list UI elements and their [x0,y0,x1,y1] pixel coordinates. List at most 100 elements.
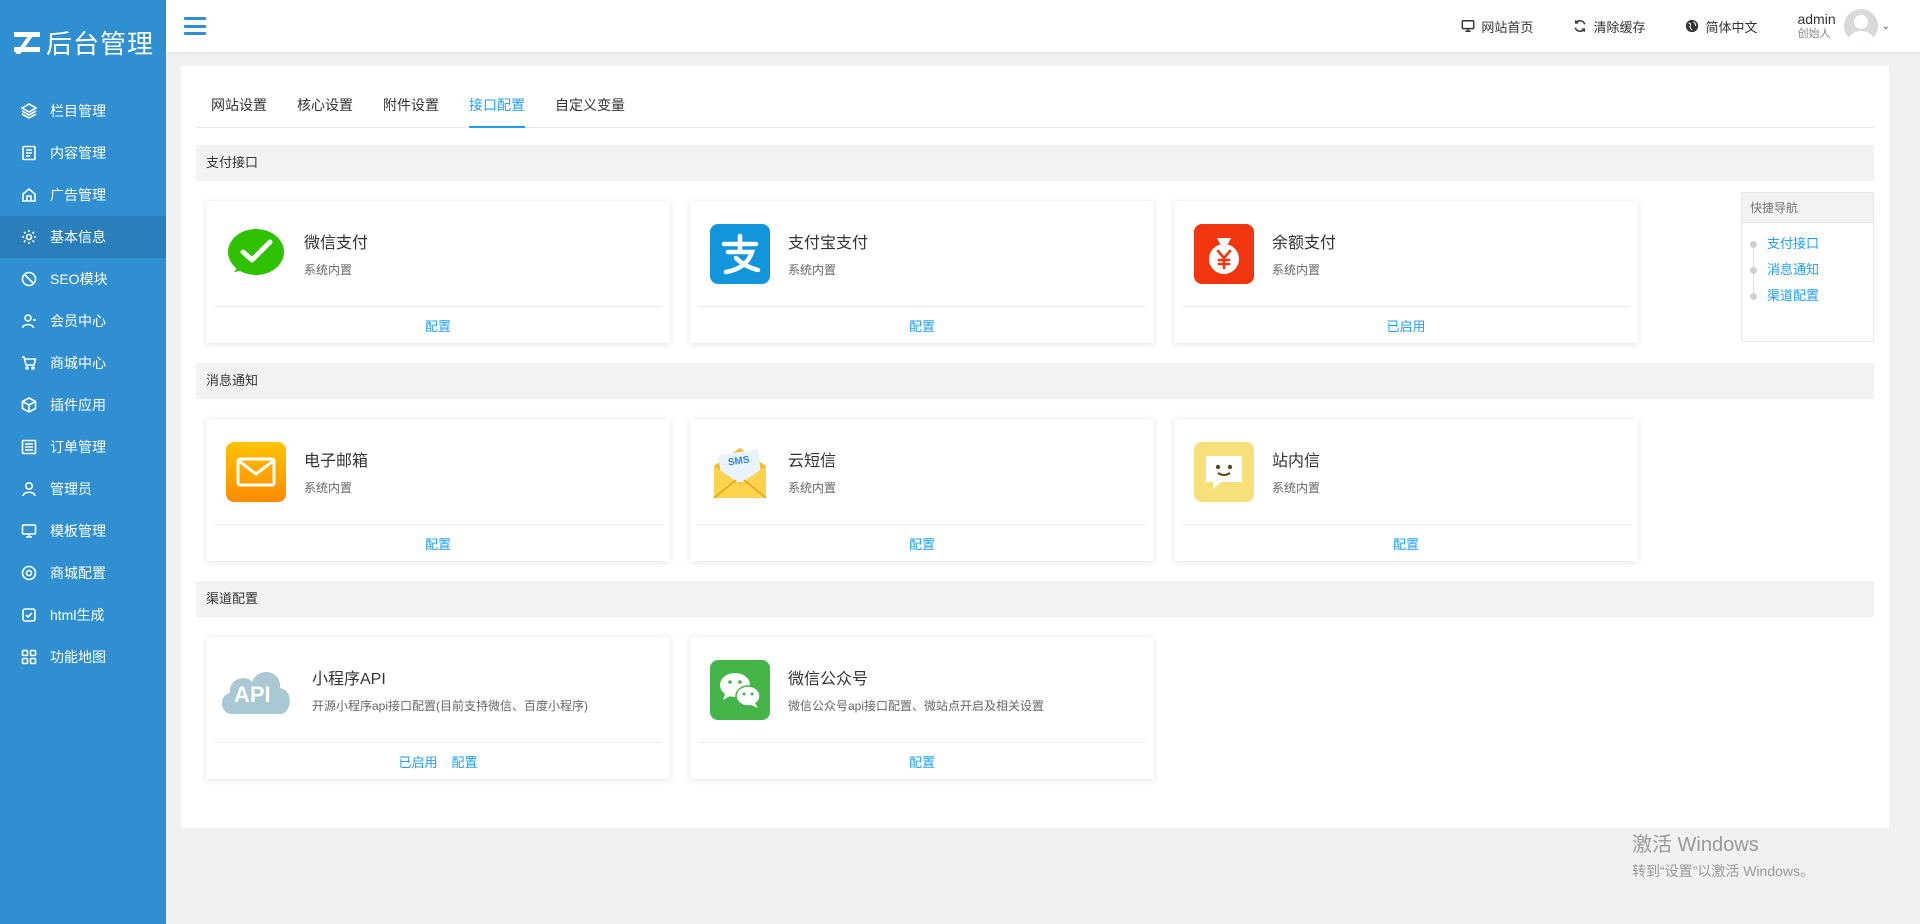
sidebar-item-mall[interactable]: 商城中心 [0,342,166,384]
check-square-icon [20,606,38,624]
sidebar-item-orders[interactable]: 订单管理 [0,426,166,468]
wechat-icon [710,659,770,720]
quick-nav-item-notify[interactable]: 消息通知 [1750,257,1873,283]
card-alipay: 支付宝支付 系统内置 配置 [690,201,1154,343]
language-label: 简体中文 [1705,19,1758,35]
alipay-icon [710,223,770,284]
monitor-icon [1462,20,1475,32]
tab-custom-variables[interactable]: 自定义变量 [555,95,625,127]
sidebar-item-member[interactable]: 会员中心 [0,300,166,342]
sidebar-item-label: 订单管理 [50,439,106,455]
menu-toggle-icon[interactable] [184,17,206,35]
sidebar-item-content[interactable]: 内容管理 [0,132,166,174]
language-link[interactable]: 简体中文 [1685,17,1757,36]
config-link[interactable]: 配置 [425,534,451,553]
quick-nav-item-pay[interactable]: 支付接口 [1750,231,1873,257]
sidebar-item-sitemap[interactable]: 功能地图 [0,636,166,678]
clear-cache-label: 清除缓存 [1593,19,1646,35]
sidebar-item-label: html生成 [50,607,105,623]
sidebar-item-ads[interactable]: 广告管理 [0,174,166,216]
dot-icon [1750,292,1757,300]
card-body: 支付宝支付 系统内置 [698,201,1146,307]
card-footer: 配置 [690,743,1154,779]
card-inbox: 站内信 系统内置 配置 [1174,419,1638,561]
settings-tabs: 网站设置 核心设置 附件设置 接口配置 自定义变量 [196,66,1874,128]
card-desc: 系统内置 [1272,263,1321,277]
card-footer: 已启用 [1174,307,1638,343]
card-desc: 系统内置 [304,263,353,277]
main-panel: 网站设置 核心设置 附件设置 接口配置 自定义变量 支付接口 微信支付 系统内置… [181,66,1889,828]
sms-icon: SMS [710,442,770,502]
sidebar-item-label: 会员中心 [50,313,106,329]
quick-nav: 快捷导航 支付接口 消息通知 渠道配置 [1741,192,1874,342]
card-body: SMS 云短信 系统内置 [698,419,1146,525]
sidebar-item-mall-config[interactable]: 商城配置 [0,552,166,594]
cube-icon [20,396,38,414]
sidebar-item-label: 商城中心 [50,355,106,371]
card-desc: 系统内置 [304,481,353,495]
sidebar-item-plugins[interactable]: 插件应用 [0,384,166,426]
sidebar-item-html[interactable]: html生成 [0,594,166,636]
tab-attachment-settings[interactable]: 附件设置 [383,95,439,127]
config-link[interactable]: 配置 [909,752,935,771]
chat-smile-icon [1194,441,1254,502]
dot-icon [1750,266,1757,274]
config-link[interactable]: 配置 [909,316,935,335]
sidebar-item-seo[interactable]: SEO模块 [0,258,166,300]
sidebar-item-label: 基本信息 [50,229,106,245]
quick-nav-label: 消息通知 [1767,262,1820,277]
logo[interactable]: 后台管理 [0,0,166,84]
user-role: 创始人 [1797,27,1831,40]
card-body: 微信支付 系统内置 [214,201,662,307]
card-desc: 微信公众号api接口配置、微站点开启及相关设置 [788,699,1045,713]
windows-activation-watermark: 激活 Windows 转到“设置”以激活 Windows。 [1632,828,1814,881]
card-title: 电子邮箱 [304,453,369,470]
enabled-link[interactable]: 已启用 [398,752,437,771]
config-link[interactable]: 配置 [909,534,935,553]
refresh-icon [1574,20,1586,32]
wechat-pay-icon [226,224,286,284]
card-title: 微信公众号 [788,671,869,688]
sidebar: 后台管理 栏目管理 内容管理 广告管理 基本信息 SEO模块 会员中心 商城中心… [0,0,166,924]
card-footer: 已启用 配置 [206,743,670,779]
top-header: 网站首页 清除缓存 简体中文 admin 创始人 ⌄ [166,0,1920,52]
sidebar-item-basic-info[interactable]: 基本信息 [0,216,166,258]
quick-nav-title: 快捷导航 [1742,193,1873,223]
avatar[interactable] [1843,9,1878,43]
cart-icon [20,354,38,372]
chevron-down-icon[interactable]: ⌄ [1882,21,1890,32]
card-title: 微信支付 [304,235,369,252]
enabled-link[interactable]: 已启用 [1386,316,1425,335]
card-body: 微信公众号 微信公众号api接口配置、微站点开启及相关设置 [698,637,1146,743]
logo-icon [14,30,40,54]
tab-api-config[interactable]: 接口配置 [469,95,525,128]
sidebar-item-label: 广告管理 [50,187,106,203]
card-wechat-mp: 微信公众号 微信公众号api接口配置、微站点开启及相关设置 配置 [690,637,1154,779]
sidebar-item-label: 商城配置 [50,565,106,581]
card-sms: SMS 云短信 系统内置 配置 [690,419,1154,561]
layers-icon [20,102,38,120]
quick-nav-list: 支付接口 消息通知 渠道配置 [1742,223,1873,309]
target-icon [20,564,38,582]
card-body: 站内信 系统内置 [1182,419,1630,525]
header-actions: 网站首页 清除缓存 简体中文 admin 创始人 ⌄ [1461,0,1920,52]
sidebar-item-admin[interactable]: 管理员 [0,468,166,510]
sidebar-item-label: 管理员 [50,481,92,497]
card-footer: 配置 [690,525,1154,561]
tab-site-settings[interactable]: 网站设置 [211,95,267,127]
config-link[interactable]: 配置 [1393,534,1419,553]
sidebar-item-column[interactable]: 栏目管理 [0,90,166,132]
tab-core-settings[interactable]: 核心设置 [297,95,353,127]
user-icon [20,312,38,330]
config-link[interactable]: 配置 [452,752,478,771]
card-desc: 系统内置 [1272,481,1321,495]
card-title: 站内信 [1272,453,1321,470]
site-home-link[interactable]: 网站首页 [1461,17,1533,36]
user-menu[interactable]: admin 创始人 ⌄ [1797,9,1890,43]
sidebar-item-templates[interactable]: 模板管理 [0,510,166,552]
clear-cache-link[interactable]: 清除缓存 [1573,17,1645,36]
quick-nav-item-channel[interactable]: 渠道配置 [1750,283,1873,309]
card-wechat-pay: 微信支付 系统内置 配置 [206,201,670,343]
config-link[interactable]: 配置 [425,316,451,335]
section-title-notify: 消息通知 [196,363,1874,399]
